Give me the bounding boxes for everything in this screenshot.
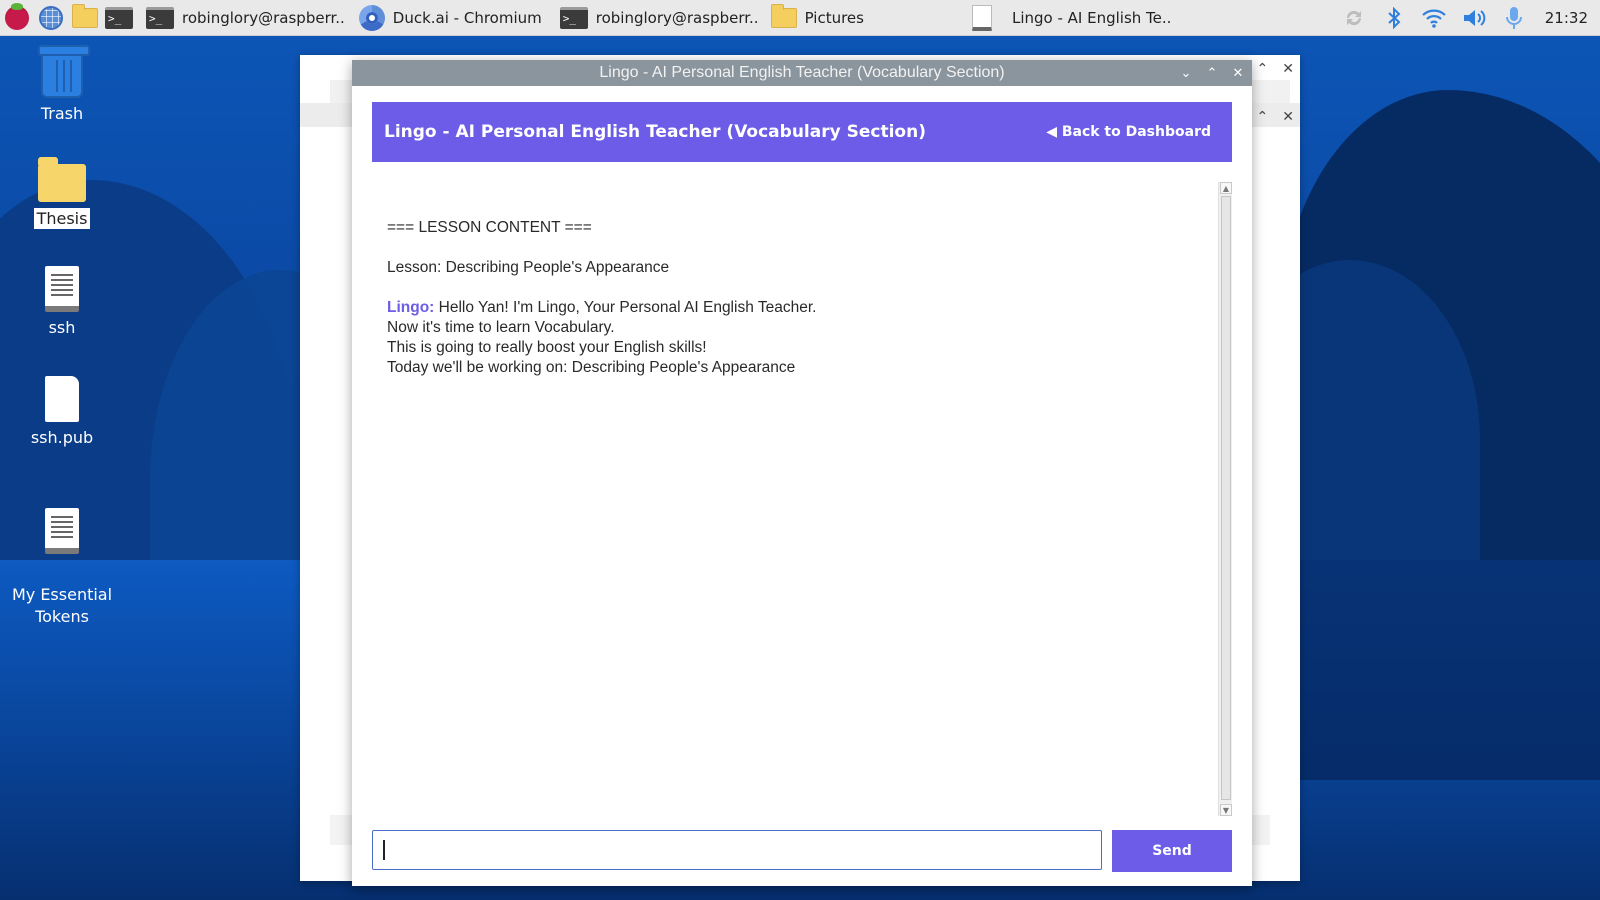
desktop-icon-ssh[interactable]: ssh	[7, 266, 117, 337]
system-tray: 21:32	[1341, 5, 1600, 31]
background-reflection	[1270, 560, 1600, 780]
wifi-icon[interactable]	[1421, 5, 1447, 31]
minimize-icon[interactable]: ⌄	[1180, 65, 1192, 81]
maximize-icon[interactable]: ⌃	[1257, 109, 1269, 125]
lesson-text-area[interactable]: === LESSON CONTENT === Lesson: Describin…	[372, 182, 1218, 816]
chromium-icon	[358, 4, 385, 31]
lesson-heading: === LESSON CONTENT ===	[387, 219, 592, 236]
background-window-controls: ⌃ ✕	[1257, 109, 1294, 125]
back-to-dashboard-button[interactable]: ◀ Back to Dashboard	[1037, 124, 1220, 140]
desktop-icon-label: Trash	[40, 104, 84, 123]
scroll-down-icon[interactable]: ▼	[1220, 804, 1232, 816]
background-window-controls: ⌃ ✕	[1257, 61, 1294, 77]
app-header: Lingo - AI Personal English Teacher (Voc…	[372, 102, 1232, 162]
microphone-icon[interactable]	[1501, 5, 1527, 31]
raspberry-menu-icon[interactable]	[0, 0, 34, 36]
terminal-icon: >_	[559, 6, 588, 29]
close-icon[interactable]: ✕	[1282, 109, 1294, 125]
message-input[interactable]	[372, 830, 1102, 870]
volume-icon[interactable]	[1461, 5, 1487, 31]
clock[interactable]: 21:32	[1545, 9, 1588, 27]
message-text: This is going to really boost your Engli…	[387, 339, 707, 356]
page-title: Lingo - AI Personal English Teacher (Voc…	[384, 122, 926, 142]
scrollbar-thumb[interactable]	[1221, 196, 1231, 800]
taskbar-item-pictures[interactable]: Pictures	[769, 0, 870, 36]
message-text: Now it's time to learn Vocabulary.	[387, 319, 615, 336]
desktop-icon-tokens[interactable]: My Essential Tokens	[7, 486, 117, 650]
speaker-label: Lingo:	[387, 299, 435, 316]
desktop-icon-label: ssh.pub	[30, 428, 94, 447]
desktop-icon-trash[interactable]: Trash	[7, 45, 117, 123]
taskbar-item-label: Lingo - AI English Te..	[1011, 8, 1172, 27]
browser-launcher-icon[interactable]	[34, 0, 68, 36]
desktop-icon-label: My Essential Tokens	[11, 585, 113, 626]
taskbar-item-lingo[interactable]: Lingo - AI English Te..	[970, 0, 1177, 36]
vertical-scrollbar[interactable]: ▲ ▼	[1218, 182, 1232, 816]
close-icon[interactable]: ✕	[1282, 61, 1294, 77]
chat-message-line: Lingo: Hello Yan! I'm Lingo, Your Person…	[387, 298, 1203, 318]
terminal-launcher-icon[interactable]: >_	[102, 0, 136, 36]
file-manager-launcher-icon[interactable]	[68, 0, 102, 36]
file-icon	[45, 376, 79, 422]
maximize-icon[interactable]: ⌃	[1257, 61, 1269, 77]
taskbar-item-label: Duck.ai - Chromium	[392, 8, 542, 27]
window-title: Lingo - AI Personal English Teacher (Voc…	[599, 64, 1005, 81]
text-cursor	[383, 840, 385, 860]
taskbar-item-chromium[interactable]: Duck.ai - Chromium	[357, 0, 548, 36]
terminal-icon: >_	[146, 6, 174, 29]
lesson-content-panel: === LESSON CONTENT === Lesson: Describin…	[372, 182, 1232, 816]
message-text: Today we'll be working on: Describing Pe…	[387, 359, 796, 376]
scroll-up-icon[interactable]: ▲	[1220, 182, 1232, 194]
taskbar-item-label: Pictures	[804, 8, 864, 27]
maximize-icon[interactable]: ⌃	[1206, 65, 1218, 81]
taskbar-item-terminal-1[interactable]: >_ robinglory@raspberr..	[144, 0, 351, 36]
taskbar-item-label: robinglory@raspberr..	[595, 8, 759, 27]
folder-icon	[38, 157, 86, 202]
desktop-icon-label: ssh	[48, 318, 76, 337]
sync-icon[interactable]	[1341, 5, 1367, 31]
lesson-title: Lesson: Describing People's Appearance	[387, 259, 670, 276]
message-text: Hello Yan! I'm Lingo, Your Personal AI E…	[434, 299, 817, 316]
desktop-icon-thesis[interactable]: Thesis	[7, 157, 117, 229]
close-icon[interactable]: ✕	[1232, 65, 1244, 81]
text-file-icon	[45, 266, 79, 312]
bluetooth-icon[interactable]	[1381, 5, 1407, 31]
taskbar: >_ >_ robinglory@raspberr.. Duck.ai - Ch…	[0, 0, 1600, 36]
desktop-icon-label: Thesis	[33, 208, 91, 229]
lingo-window: Lingo - AI Personal English Teacher (Voc…	[352, 60, 1252, 886]
trash-icon	[38, 45, 90, 98]
window-controls: ⌄ ⌃ ✕	[1180, 60, 1244, 86]
text-file-icon	[45, 508, 79, 554]
send-button[interactable]: Send	[1112, 830, 1232, 872]
taskbar-item-label: robinglory@raspberr..	[182, 8, 345, 27]
taskbar-item-terminal-2[interactable]: >_ robinglory@raspberr..	[558, 0, 765, 36]
window-titlebar[interactable]: Lingo - AI Personal English Teacher (Voc…	[352, 60, 1252, 86]
document-icon	[971, 4, 992, 31]
folder-icon	[770, 3, 797, 28]
desktop-icon-ssh-pub[interactable]: ssh.pub	[7, 376, 117, 447]
